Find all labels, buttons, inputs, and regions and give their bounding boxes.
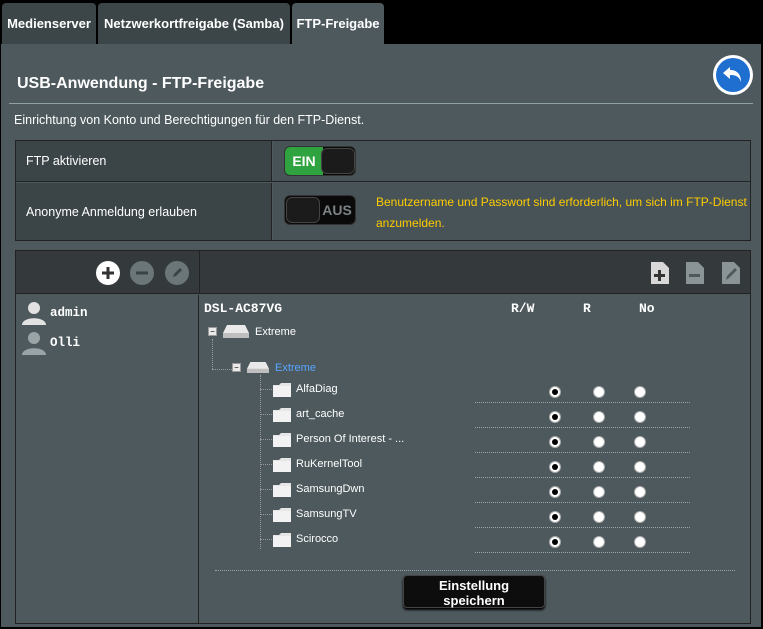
folder-name: art_cache	[296, 408, 345, 420]
toggle-on-text: EIN	[285, 147, 323, 175]
permission-radio-rw[interactable]	[549, 386, 561, 398]
permission-radio-no[interactable]	[634, 511, 646, 523]
ftp-enable-toggle[interactable]: EIN	[284, 146, 356, 176]
permission-radio-r[interactable]	[593, 536, 605, 548]
folder-row: Person Of Interest - ...	[260, 430, 740, 455]
device-name: DSL-AC87VG	[204, 301, 283, 316]
folder-row: AlfaDiag	[260, 380, 740, 405]
permission-radio-rw[interactable]	[549, 461, 561, 473]
drive-icon	[247, 362, 269, 373]
folder-icon	[273, 433, 291, 447]
permission-radio-r[interactable]	[593, 511, 605, 523]
folder-name: SamsungTV	[296, 508, 357, 520]
permission-radio-r[interactable]	[593, 411, 605, 423]
folder-icon	[273, 458, 291, 472]
permission-radio-rw[interactable]	[549, 511, 561, 523]
toggle-knob	[286, 197, 320, 223]
user-name: Olli	[50, 336, 81, 350]
user-item[interactable]: Olli	[21, 330, 80, 356]
title-divider	[9, 103, 753, 104]
account-section: admin Olli DSL-AC87VG R/W R No − Extreme…	[15, 250, 751, 624]
folder-name: RuKernelTool	[296, 458, 363, 470]
tree-node-partition[interactable]: − Extreme	[232, 361, 316, 374]
folder-icon	[273, 508, 291, 522]
permission-radio-no[interactable]	[634, 436, 646, 448]
user-list: admin Olli	[16, 295, 199, 623]
plus-icon	[102, 267, 114, 279]
settings-table: FTP aktivieren EIN Anonyme Anmeldung erl…	[15, 140, 751, 241]
folder-row: SamsungDwn	[260, 480, 740, 505]
folder-name: Person Of Interest - ...	[296, 433, 405, 445]
anonymous-hint: Benutzername und Passwort sind erforderl…	[376, 195, 747, 230]
setting-row-anonymous: Anonyme Anmeldung erlauben AUS Benutzern…	[16, 183, 750, 240]
setting-row-ftp: FTP aktivieren EIN	[16, 141, 750, 182]
tab-bar: Medienserver Netzwerkortfreigabe (Samba)…	[0, 0, 763, 44]
folder-row: SamsungTV	[260, 505, 740, 530]
folder-icon	[273, 533, 291, 547]
anonymous-toggle[interactable]: AUS	[284, 195, 356, 225]
user-icon	[22, 332, 46, 355]
column-r: R	[583, 301, 591, 316]
pencil-icon	[173, 268, 182, 277]
back-arrow-icon	[716, 58, 750, 92]
permission-radio-no[interactable]	[634, 536, 646, 548]
permission-radio-rw[interactable]	[549, 411, 561, 423]
partition-label: Extreme	[275, 361, 316, 374]
save-settings-button[interactable]: Einstellung speichern	[403, 575, 545, 608]
tab-ftp[interactable]: FTP-Freigabe	[292, 3, 384, 44]
page-title: USB-Anwendung - FTP-Freigabe	[17, 75, 265, 92]
collapse-icon[interactable]: −	[232, 363, 241, 372]
main-panel: USB-Anwendung - FTP-Freigabe Einrichtung…	[1, 44, 761, 627]
add-user-button[interactable]	[96, 261, 120, 285]
column-no: No	[639, 301, 655, 316]
column-rw: R/W	[511, 301, 535, 316]
remove-folder-icon[interactable]	[684, 260, 706, 286]
folder-name: SamsungDwn	[296, 483, 365, 495]
save-label-line2: speichern	[443, 593, 505, 608]
folder-icon	[273, 483, 291, 497]
permission-tree: DSL-AC87VG R/W R No − Extreme − Extreme …	[200, 295, 750, 623]
collapse-icon[interactable]: −	[208, 327, 217, 336]
ftp-enable-label: FTP aktivieren	[16, 141, 272, 181]
folder-row: art_cache	[260, 405, 740, 430]
tab-samba[interactable]: Netzwerkortfreigabe (Samba)	[98, 3, 290, 44]
toggle-off-text: AUS	[322, 202, 352, 218]
toggle-knob	[321, 148, 355, 174]
save-label-line1: Einstellung	[438, 578, 510, 593]
folder-row: RuKernelTool	[260, 455, 740, 480]
edit-user-button[interactable]	[165, 261, 189, 285]
minus-icon	[136, 271, 148, 275]
account-toolbar	[16, 251, 750, 294]
user-icon	[22, 302, 46, 325]
folder-name: Scirocco	[296, 533, 339, 545]
permission-radio-rw[interactable]	[549, 536, 561, 548]
permission-radio-no[interactable]	[634, 486, 646, 498]
permission-radio-rw[interactable]	[549, 436, 561, 448]
edit-folder-icon[interactable]	[720, 260, 742, 286]
permission-radio-no[interactable]	[634, 411, 646, 423]
drive-label: Extreme	[255, 325, 296, 338]
remove-user-button[interactable]	[130, 261, 154, 285]
permission-radio-r[interactable]	[593, 486, 605, 498]
folder-icon	[273, 383, 291, 397]
folder-icon	[273, 408, 291, 422]
permission-radio-r[interactable]	[593, 436, 605, 448]
user-name: admin	[50, 306, 88, 320]
back-button[interactable]	[713, 55, 753, 95]
folder-row: Scirocco	[260, 530, 740, 555]
folder-name: AlfaDiag	[296, 383, 338, 395]
page-description: Einrichtung von Konto und Berechtigungen…	[14, 113, 365, 127]
anonymous-label: Anonyme Anmeldung erlauben	[16, 183, 272, 240]
tree-node-drive[interactable]: − Extreme	[208, 325, 296, 338]
permission-radio-rw[interactable]	[549, 486, 561, 498]
permission-radio-no[interactable]	[634, 386, 646, 398]
tab-medienserver[interactable]: Medienserver	[2, 3, 96, 44]
permission-radio-no[interactable]	[634, 461, 646, 473]
user-item[interactable]: admin	[21, 300, 88, 326]
permission-radio-r[interactable]	[593, 461, 605, 473]
add-folder-icon[interactable]	[649, 260, 671, 286]
permission-radio-r[interactable]	[593, 386, 605, 398]
drive-icon	[223, 325, 249, 338]
